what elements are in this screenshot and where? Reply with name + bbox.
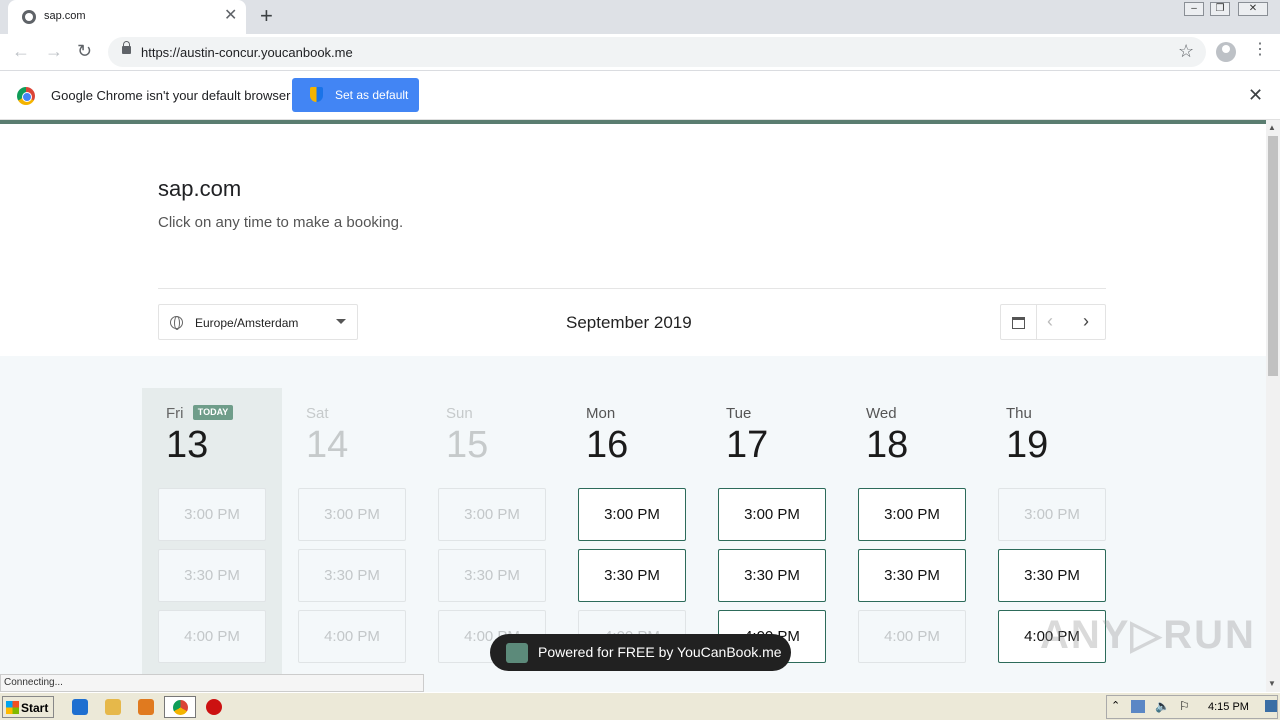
network-icon[interactable] — [1131, 700, 1145, 713]
clock: 4:15 PM — [1208, 701, 1249, 713]
time-slot: 4:00 PM — [158, 610, 266, 663]
anyrun-watermark-icon: ANY▷RUN — [1040, 613, 1256, 657]
tray-expand-icon[interactable]: ⌃ — [1111, 699, 1120, 712]
windows-flag-icon — [6, 701, 19, 714]
folder-icon[interactable] — [105, 699, 121, 715]
calendar-nav: ‹ › — [1000, 304, 1106, 340]
dropdown-caret-icon — [336, 319, 346, 324]
start-button[interactable]: Start — [2, 696, 54, 718]
day-name: Sun — [446, 405, 473, 422]
address-bar[interactable]: https://austin-concur.youcanbook.me ☆ — [108, 37, 1206, 67]
browser-toolbar: ← → ↻ https://austin-concur.youcanbook.m… — [0, 34, 1280, 71]
day-name: Thu — [1006, 405, 1032, 422]
flag-icon[interactable]: ⚐ — [1179, 699, 1190, 713]
time-slot[interactable]: 3:30 PM — [578, 549, 686, 602]
scroll-up-icon[interactable]: ▲ — [1268, 123, 1276, 132]
day-name: Sat — [306, 405, 329, 422]
day-name: Fri — [166, 405, 184, 422]
url-text: https://austin-concur.youcanbook.me — [141, 45, 353, 60]
set-default-label: Set as default — [335, 88, 409, 102]
day-number: 15 — [446, 424, 489, 466]
bookmark-star-icon[interactable]: ☆ — [1178, 41, 1194, 62]
time-slot[interactable]: 3:30 PM — [998, 549, 1106, 602]
time-slot: 4:00 PM — [298, 610, 406, 663]
time-slot: 3:00 PM — [298, 488, 406, 541]
lock-icon — [122, 41, 131, 54]
divider — [158, 288, 1106, 289]
calendar-icon[interactable] — [1001, 305, 1037, 339]
profile-avatar-icon[interactable] — [1216, 42, 1236, 62]
day-number: 13 — [166, 424, 209, 466]
page-subtitle: Click on any time to make a booking. — [158, 214, 404, 231]
prev-week-icon[interactable]: ‹ — [1047, 311, 1053, 332]
media-player-icon[interactable] — [138, 699, 154, 715]
browser-tab[interactable]: sap.com ✕ — [8, 0, 246, 34]
system-tray: ⌃ 🔈 ⚐ — [1106, 695, 1278, 719]
forward-icon[interactable]: → — [45, 41, 63, 61]
status-bar: Connecting... — [0, 674, 424, 692]
time-slot: 3:00 PM — [998, 488, 1106, 541]
restore-icon[interactable]: ❐ — [1210, 2, 1230, 16]
time-slot[interactable]: 3:00 PM — [858, 488, 966, 541]
set-default-button[interactable]: Set as default — [292, 78, 419, 112]
show-desktop-icon[interactable] — [1265, 700, 1277, 712]
globe-icon — [22, 10, 36, 24]
window-close-icon[interactable]: ✕ — [1238, 2, 1268, 16]
time-slot: 3:00 PM — [438, 488, 546, 541]
tab-close-icon[interactable]: ✕ — [224, 7, 237, 25]
powered-by-banner[interactable]: Powered for FREE by YouCanBook.me — [490, 634, 791, 671]
infobar-close-icon[interactable]: ✕ — [1248, 85, 1263, 105]
globe-icon — [170, 316, 183, 330]
today-badge: TODAY — [193, 405, 233, 420]
minimize-icon[interactable]: – — [1184, 2, 1204, 16]
time-slot: 3:00 PM — [158, 488, 266, 541]
scroll-down-icon[interactable]: ▼ — [1268, 679, 1276, 688]
menu-icon[interactable]: ⋮ — [1252, 41, 1268, 59]
shield-icon — [310, 87, 323, 102]
scrollbar-thumb[interactable] — [1268, 136, 1278, 376]
time-slot: 3:30 PM — [298, 549, 406, 602]
next-week-icon[interactable]: › — [1083, 311, 1089, 332]
back-icon[interactable]: ← — [12, 41, 30, 61]
day-number: 16 — [586, 424, 629, 466]
chrome-logo-icon — [17, 87, 35, 105]
tab-title: sap.com — [44, 10, 86, 22]
chrome-taskbar-button[interactable] — [164, 696, 196, 718]
time-slot: 3:30 PM — [438, 549, 546, 602]
month-label: September 2019 — [566, 313, 692, 332]
time-slot[interactable]: 3:30 PM — [858, 549, 966, 602]
time-slot: 4:00 PM — [858, 610, 966, 663]
day-name: Mon — [586, 405, 616, 422]
day-number: 18 — [866, 424, 909, 466]
time-slot: 3:30 PM — [158, 549, 266, 602]
day-number: 19 — [1006, 424, 1049, 466]
start-label: Start — [21, 701, 49, 715]
youcanbook-logo-icon — [506, 643, 528, 663]
day-name: Tue — [726, 405, 752, 422]
tab-bar: sap.com ✕ + – ❐ ✕ — [0, 0, 1280, 34]
time-slot[interactable]: 3:00 PM — [718, 488, 826, 541]
reload-icon[interactable]: ↻ — [77, 41, 92, 61]
new-tab-icon[interactable]: + — [260, 4, 273, 28]
volume-icon[interactable]: 🔈 — [1155, 699, 1170, 713]
timezone-select[interactable]: Europe/Amsterdam — [158, 304, 358, 340]
time-slot[interactable]: 3:30 PM — [718, 549, 826, 602]
internet-explorer-icon[interactable] — [72, 699, 88, 715]
infobar-message: Google Chrome isn't your default browser — [51, 88, 291, 103]
windows-taskbar: Start ⌃ 🔈 ⚐ 4:15 PM — [0, 692, 1280, 720]
chrome-icon — [173, 700, 188, 715]
time-slot[interactable]: 3:00 PM — [578, 488, 686, 541]
day-number: 14 — [306, 424, 349, 466]
day-number: 17 — [726, 424, 769, 466]
opera-icon[interactable] — [206, 699, 222, 715]
powered-by-text: Powered for FREE by YouCanBook.me — [538, 644, 782, 660]
default-browser-infobar: Google Chrome isn't your default browser… — [0, 72, 1280, 120]
day-name: Wed — [866, 405, 897, 422]
page-title: sap.com — [158, 176, 242, 201]
timezone-value: Europe/Amsterdam — [195, 316, 299, 330]
